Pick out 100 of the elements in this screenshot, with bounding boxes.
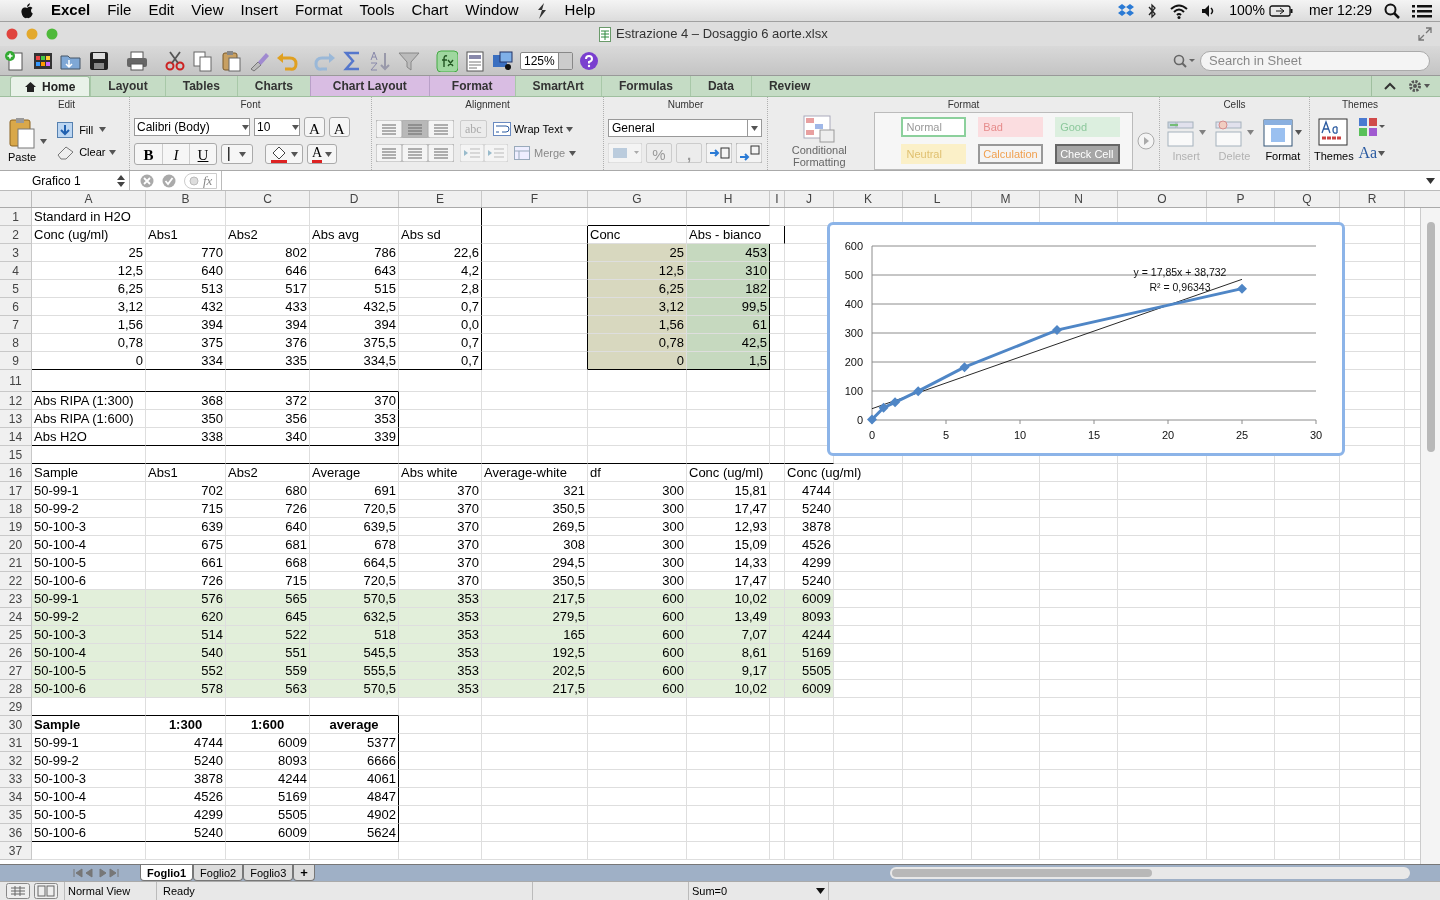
row-header[interactable]: 20	[0, 536, 32, 554]
row-header[interactable]: 3	[0, 244, 32, 262]
row-header[interactable]: 14	[0, 428, 32, 446]
add-sheet-button[interactable]: +	[293, 865, 315, 881]
row-header[interactable]: 11	[0, 370, 32, 392]
align-top-icon[interactable]	[376, 120, 402, 138]
theme-fonts-button[interactable]: Aa	[1358, 141, 1386, 165]
bluetooth-icon[interactable]	[1147, 2, 1158, 19]
column-header[interactable]: O	[1118, 191, 1207, 207]
align-bottom-icon[interactable]	[428, 120, 454, 138]
bold-button[interactable]: B	[135, 144, 162, 164]
list-icon[interactable]	[1412, 2, 1432, 19]
row-header[interactable]: 33	[0, 770, 32, 788]
row-header[interactable]: 36	[0, 824, 32, 842]
fill-color-button[interactable]	[265, 144, 303, 164]
row-header[interactable]: 34	[0, 788, 32, 806]
menu-item[interactable]: Chart	[411, 0, 449, 22]
column-header[interactable]: K	[834, 191, 903, 207]
dropdown-caret-icon[interactable]	[239, 151, 246, 157]
collapse-ribbon-icon[interactable]	[1384, 82, 1396, 90]
dropdown-caret-icon[interactable]	[325, 151, 333, 157]
column-header[interactable]: D	[310, 191, 399, 207]
apple-icon[interactable]	[20, 2, 34, 19]
menu-item[interactable]: Tools	[359, 0, 395, 22]
cancel-icon[interactable]	[140, 173, 154, 188]
align-right-icon[interactable]	[428, 144, 454, 162]
row-header[interactable]: 1	[0, 208, 32, 226]
ribbon-tab[interactable]: Home	[10, 76, 91, 96]
row-header[interactable]: 18	[0, 500, 32, 518]
font-color-button[interactable]: A	[307, 144, 338, 164]
row-header[interactable]: 22	[0, 572, 32, 590]
themes-button[interactable]: Themes	[1314, 117, 1354, 165]
toolbox-icon[interactable]	[464, 49, 486, 72]
underline-button[interactable]: U	[189, 144, 216, 164]
ribbon-tab[interactable]: Chart Layout	[309, 76, 429, 96]
dropdown-caret-icon[interactable]	[292, 124, 299, 130]
zoom-field[interactable]: 125%	[520, 51, 573, 70]
page-layout-view-icon[interactable]	[34, 883, 58, 899]
dropdown-caret-icon[interactable]	[291, 151, 298, 157]
search-field[interactable]: Search in Sheet	[1200, 50, 1430, 71]
gear-icon[interactable]	[1408, 79, 1430, 93]
close-icon[interactable]	[6, 28, 18, 40]
confirm-icon[interactable]	[162, 173, 176, 188]
number-format-field[interactable]: General	[608, 119, 762, 137]
row-header[interactable]: 15	[0, 446, 32, 464]
cells-button[interactable]: Format	[1260, 117, 1305, 165]
menu-item[interactable]: Edit	[148, 0, 175, 22]
sheet-tab[interactable]: Foglio2	[193, 865, 244, 881]
help-icon[interactable]	[578, 50, 599, 71]
filter-icon[interactable]	[398, 49, 420, 72]
row-header[interactable]: 26	[0, 644, 32, 662]
row-header[interactable]: 12	[0, 392, 32, 410]
stepper-icon[interactable]	[117, 174, 125, 187]
ribbon-tab[interactable]: Review	[750, 76, 828, 96]
conditional-formatting-button[interactable]: Conditional Formatting	[772, 114, 867, 168]
menu-item[interactable]: Format	[295, 0, 343, 22]
row-header[interactable]: 2	[0, 226, 32, 244]
row-header[interactable]: 25	[0, 626, 32, 644]
column-header[interactable]: A	[32, 191, 146, 207]
menu-item[interactable]: Window	[465, 0, 519, 22]
column-header[interactable]: B	[146, 191, 226, 207]
row-header[interactable]: 21	[0, 554, 32, 572]
decrease-decimal-icon[interactable]	[736, 143, 762, 163]
app-menu[interactable]: Excel	[51, 0, 91, 22]
wifi-icon[interactable]	[1169, 2, 1190, 19]
print-icon[interactable]	[126, 49, 148, 72]
row-header[interactable]: 31	[0, 734, 32, 752]
ribbon-tab[interactable]: Charts	[236, 76, 310, 96]
function-icon[interactable]	[436, 49, 458, 72]
normal-view-icon[interactable]	[6, 883, 30, 899]
paste-icon[interactable]	[220, 49, 242, 72]
row-header[interactable]: 19	[0, 518, 32, 536]
row-header[interactable]: 27	[0, 662, 32, 680]
dropdown-caret-icon[interactable]	[816, 888, 825, 894]
column-header[interactable]: I	[770, 191, 785, 207]
sum-dropdown[interactable]: Sum=0	[689, 882, 829, 900]
ribbon-tab[interactable]: Layout	[90, 76, 165, 96]
italic-button[interactable]: I	[162, 144, 189, 164]
column-header[interactable]: L	[903, 191, 972, 207]
sheet-tab[interactable]: Foglio3	[243, 865, 294, 881]
wrap-text-button[interactable]: Wrap Text	[492, 120, 573, 138]
save-icon[interactable]	[88, 49, 110, 72]
row-header[interactable]: 7	[0, 316, 32, 334]
row-header[interactable]: 24	[0, 608, 32, 626]
row-header[interactable]: 28	[0, 680, 32, 698]
column-header[interactable]: M	[972, 191, 1040, 207]
theme-colors-icon[interactable]	[1357, 117, 1386, 137]
align-left-icon[interactable]	[376, 144, 402, 162]
font-size-field[interactable]: 10	[254, 118, 300, 136]
menu-item[interactable]: View	[191, 0, 224, 22]
gallery-next-icon[interactable]	[1137, 132, 1155, 150]
row-header[interactable]: 35	[0, 806, 32, 824]
row-header[interactable]: 29	[0, 698, 32, 716]
column-header[interactable]: H	[687, 191, 770, 207]
row-header[interactable]: 9	[0, 352, 32, 370]
align-center-icon[interactable]	[402, 144, 428, 162]
dropdown-caret-icon[interactable]	[565, 126, 573, 132]
column-header[interactable]: J	[785, 191, 834, 207]
dropdown-caret-icon[interactable]	[242, 124, 249, 130]
ribbon-tab[interactable]: Format	[428, 76, 515, 96]
